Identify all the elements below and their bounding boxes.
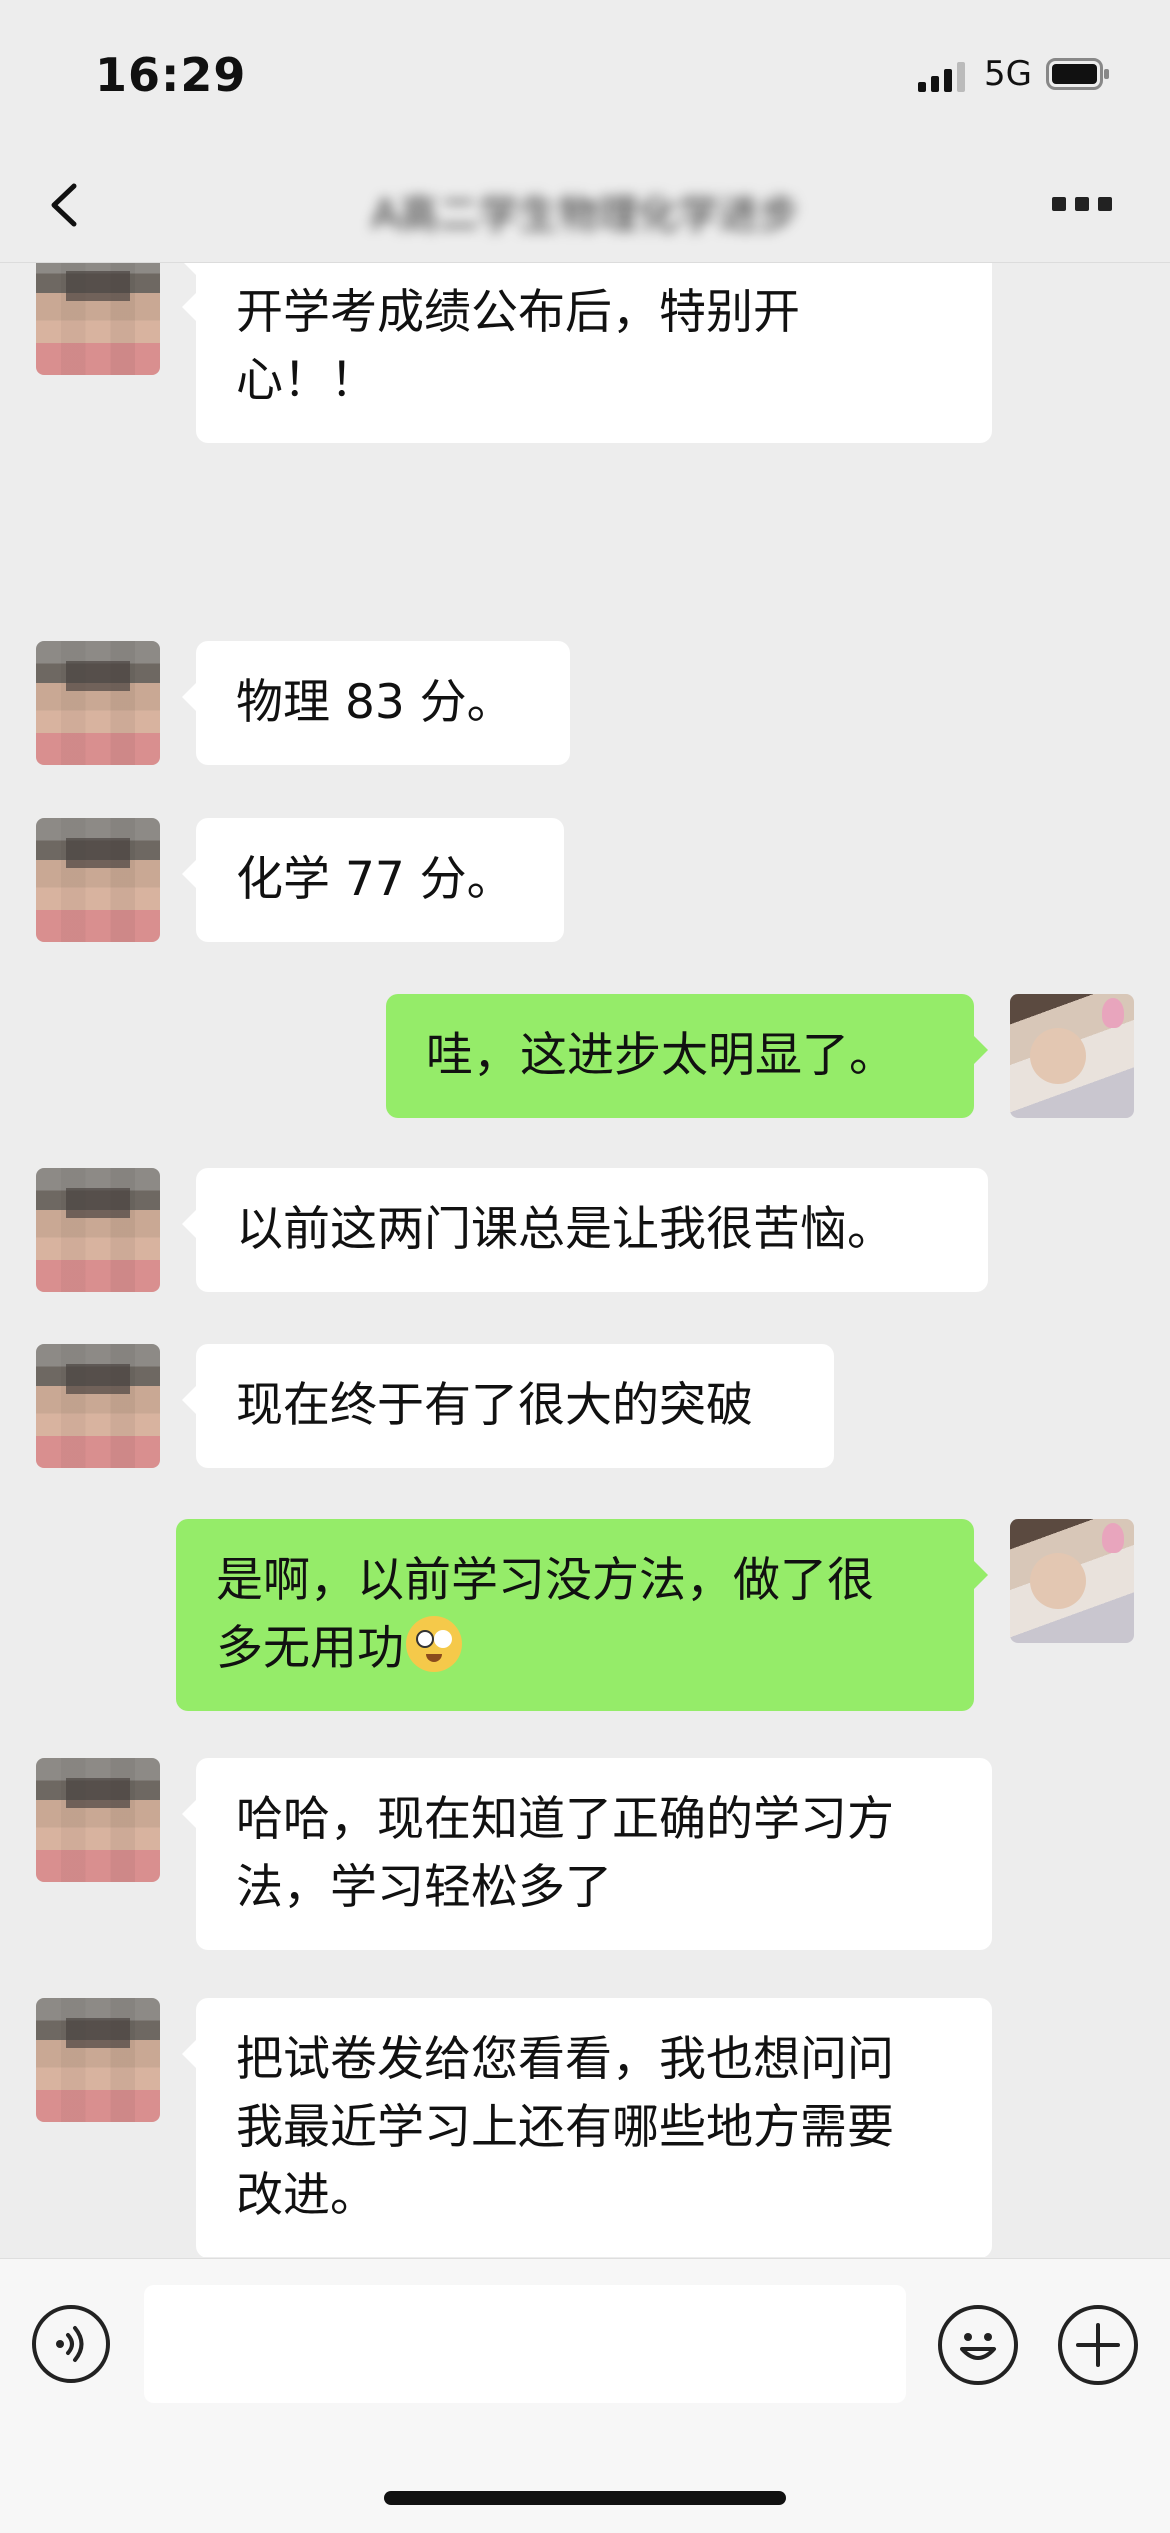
contact-avatar[interactable] xyxy=(36,1998,160,2122)
message-bubble[interactable]: 物理 83 分。 xyxy=(182,641,570,765)
message-bubble[interactable]: 开学考成绩公布后，特别开 心！！ xyxy=(182,263,992,443)
contact-avatar[interactable] xyxy=(36,263,160,375)
chat-title: A高二学生物理化学进步 xyxy=(371,192,799,232)
message-text: 物理 83 分。 xyxy=(236,675,514,730)
message-text: 是啊，以前学习没方法，做了很 多无用功 xyxy=(216,1553,874,1676)
contact-avatar[interactable] xyxy=(36,818,160,942)
message-bubble[interactable]: 现在终于有了很大的突破 xyxy=(182,1344,834,1468)
contact-avatar[interactable] xyxy=(36,1344,160,1468)
message-bubble[interactable]: 是啊，以前学习没方法，做了很 多无用功 xyxy=(176,1519,988,1711)
message-text: 把试卷发给您看看，我也想问问 我最近学习上还有哪些地方需要 改进。 xyxy=(236,2032,894,2223)
nav-bar: A高二学生物理化学进步 xyxy=(0,150,1170,263)
network-type: 5G xyxy=(984,54,1032,94)
message-text: 哈哈，现在知道了正确的学习方 法，学习轻松多了 xyxy=(236,1792,894,1915)
message-bubble[interactable]: 化学 77 分。 xyxy=(182,818,564,942)
my-avatar[interactable] xyxy=(1010,994,1134,1118)
voice-icon[interactable] xyxy=(32,2305,110,2383)
message-bubble[interactable]: 把试卷发给您看看，我也想问问 我最近学习上还有哪些地方需要 改进。 xyxy=(182,1998,992,2257)
battery-icon xyxy=(1046,58,1109,90)
my-avatar[interactable] xyxy=(1010,1519,1134,1643)
chevron-left-icon[interactable] xyxy=(40,170,100,240)
message-bubble[interactable]: 以前这两门课总是让我很苦恼。 xyxy=(182,1168,988,1292)
home-indicator xyxy=(384,2491,786,2505)
status-time: 16:29 xyxy=(95,48,247,102)
message-text: 以前这两门课总是让我很苦恼。 xyxy=(236,1202,894,1257)
message-text: 开学考成绩公布后，特别开 心！！ xyxy=(236,285,800,408)
message-bubble[interactable]: 哈哈，现在知道了正确的学习方 法，学习轻松多了 xyxy=(182,1758,992,1950)
input-bar xyxy=(0,2258,1170,2533)
message-text: 现在终于有了很大的突破 xyxy=(236,1378,753,1433)
message-bubble[interactable]: 哇，这进步太明显了。 xyxy=(386,994,988,1118)
more-dots-icon[interactable] xyxy=(1052,194,1118,214)
message-text: 化学 77 分。 xyxy=(236,852,514,907)
message-text: 哇，这进步太明显了。 xyxy=(426,1028,896,1083)
message-input[interactable] xyxy=(144,2285,906,2403)
contact-avatar[interactable] xyxy=(36,1758,160,1882)
contact-avatar[interactable] xyxy=(36,641,160,765)
message-list[interactable]: 老师，我来啦。开学考成绩公布后，特别开 心！！物理 83 分。化学 77 分。哇… xyxy=(0,263,1170,2257)
plus-icon[interactable] xyxy=(1058,2305,1138,2385)
thinking-face-emoji-icon xyxy=(406,1616,462,1672)
status-bar: 16:29 5G xyxy=(0,0,1170,150)
contact-avatar[interactable] xyxy=(36,1168,160,1292)
signal-icon xyxy=(918,62,965,92)
smiley-icon[interactable] xyxy=(938,2305,1018,2385)
